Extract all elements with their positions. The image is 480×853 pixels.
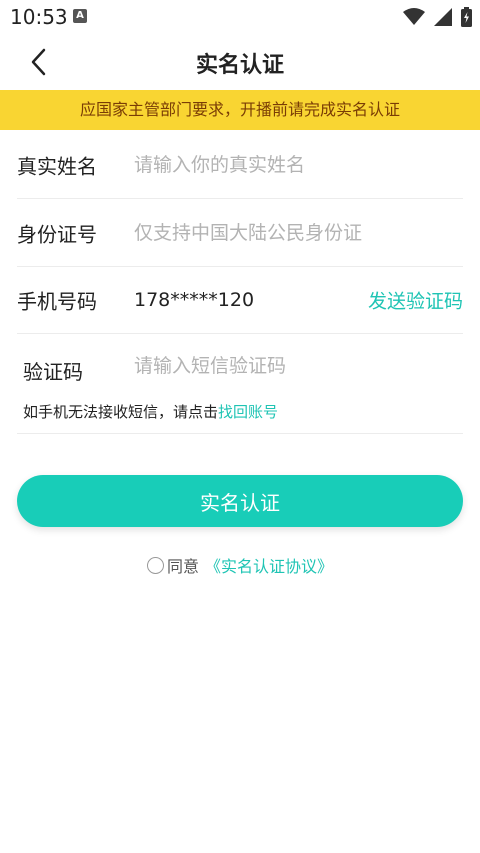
name-input[interactable] (134, 153, 454, 176)
status-bar: 10:53 A (0, 0, 480, 34)
id-number-row: 身份证号 (17, 199, 463, 267)
phone-label: 手机号码 (17, 289, 97, 313)
code-row: 验证码 如手机无法接收短信，请点击找回账号 (17, 333, 463, 434)
page-title: 实名认证 (195, 53, 284, 78)
phone-row: 手机号码 178*****120 发送验证码 (17, 266, 463, 334)
code-label: 验证码 (23, 360, 83, 384)
notice-banner: 应国家主管部门要求，开播前请完成实名认证 (0, 90, 480, 130)
nav-bar: 实名认证 (0, 34, 480, 90)
submit-button[interactable]: 实名认证 (17, 475, 463, 527)
name-label: 真实姓名 (17, 154, 97, 178)
agreement-link[interactable]: 《实名认证协议》 (205, 553, 333, 577)
id-number-input[interactable] (134, 221, 454, 244)
id-number-label: 身份证号 (17, 222, 97, 246)
signal-icon (434, 8, 452, 26)
status-icons (403, 7, 472, 27)
recover-account-link[interactable]: 找回账号 (218, 403, 278, 421)
code-input[interactable] (134, 355, 454, 377)
phone-value: 178*****120 (134, 288, 255, 311)
recovery-hint-text: 如手机无法接收短信，请点击 (23, 403, 219, 421)
agreement-text: 同意 (166, 557, 199, 576)
wifi-icon (403, 8, 425, 25)
notification-badge: A (73, 9, 87, 23)
name-row: 真实姓名 (17, 131, 463, 199)
agreement-row: 同意 《实名认证协议》 (0, 553, 480, 577)
send-code-button[interactable]: 发送验证码 (368, 286, 463, 313)
status-time: 10:53 (10, 5, 68, 29)
battery-charging-icon (461, 7, 472, 27)
agreement-checkbox[interactable] (146, 556, 164, 574)
recovery-hint: 如手机无法接收短信，请点击找回账号 (23, 401, 278, 422)
